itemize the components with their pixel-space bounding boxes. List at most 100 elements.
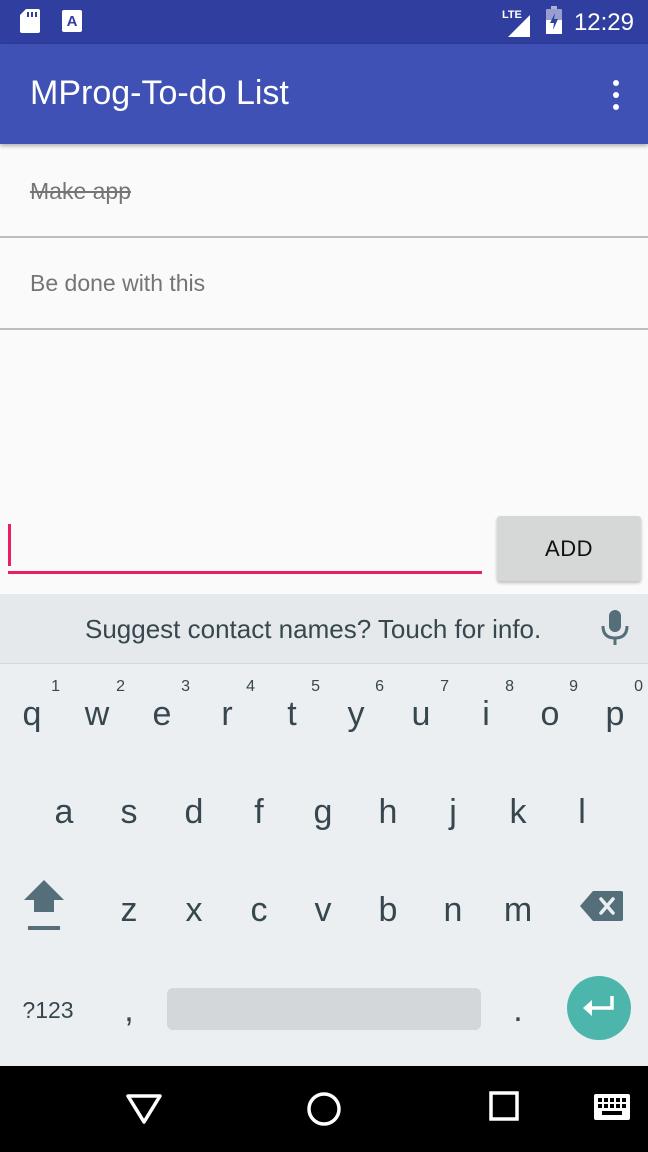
key-r[interactable]: 4r — [195, 666, 259, 762]
todo-item-text: Make app — [30, 177, 132, 204]
key-l[interactable]: l — [550, 764, 614, 860]
key-hint: 9 — [569, 678, 578, 695]
enter-icon — [582, 994, 616, 1023]
key-label: l — [578, 792, 586, 831]
key-b[interactable]: b — [356, 862, 420, 958]
suggestion-strip[interactable]: Suggest contact names? Touch for info. — [0, 594, 648, 664]
sd-card-icon — [20, 9, 40, 38]
key-label: w — [84, 694, 110, 733]
key-hint: 4 — [246, 678, 255, 695]
key-label: u — [411, 694, 431, 733]
shift-key[interactable] — [12, 862, 76, 958]
key-label: c — [250, 890, 268, 929]
key-label: n — [443, 890, 463, 929]
key-hint: 7 — [440, 678, 449, 695]
lte-signal-icon: LTE — [502, 9, 534, 37]
home-icon[interactable] — [305, 1090, 343, 1133]
key-z[interactable]: z — [97, 862, 161, 958]
key-j[interactable]: j — [421, 764, 485, 860]
key-s[interactable]: s — [97, 764, 161, 860]
space-key[interactable] — [167, 988, 481, 1030]
period-key[interactable]: . — [486, 962, 550, 1058]
clock: 12:29 — [573, 8, 634, 36]
key-label: i — [482, 694, 490, 733]
key-label: f — [254, 792, 264, 831]
key-label: o — [540, 694, 560, 733]
key-h[interactable]: h — [356, 764, 420, 860]
key-a[interactable]: a — [32, 764, 96, 860]
key-label: s — [120, 792, 138, 831]
keyboard-a-icon: A — [62, 10, 82, 37]
todo-item[interactable]: Make app — [0, 146, 648, 238]
recents-icon[interactable] — [488, 1090, 520, 1127]
key-label: y — [347, 694, 365, 733]
key-d[interactable]: d — [162, 764, 226, 860]
todo-list: Make app Be done with this — [0, 146, 648, 330]
key-label: . — [513, 990, 523, 1029]
key-m[interactable]: m — [486, 862, 550, 958]
key-label: e — [152, 694, 172, 733]
key-y[interactable]: 6y — [324, 666, 388, 762]
key-hint: 3 — [181, 678, 190, 695]
enter-key[interactable] — [567, 976, 631, 1040]
key-v[interactable]: v — [291, 862, 355, 958]
key-label: b — [378, 890, 398, 929]
key-hint: 6 — [375, 678, 384, 695]
status-bar: A LTE 12:29 — [0, 0, 648, 44]
key-o[interactable]: 9o — [518, 666, 582, 762]
key-q[interactable]: 1q — [0, 666, 64, 762]
key-x[interactable]: x — [162, 862, 226, 958]
system-nav-bar — [0, 1066, 648, 1152]
key-p[interactable]: 0p — [583, 666, 647, 762]
svg-text:A: A — [67, 13, 78, 30]
microphone-icon[interactable] — [600, 610, 630, 651]
todo-input[interactable] — [8, 520, 482, 571]
key-label: v — [314, 890, 332, 929]
key-label: , — [124, 990, 134, 1029]
comma-key[interactable]: , — [97, 962, 161, 1058]
soft-keyboard: Suggest contact names? Touch for info. 1… — [0, 594, 648, 1066]
key-c[interactable]: c — [227, 862, 291, 958]
more-vert-icon[interactable] — [610, 80, 622, 110]
key-n[interactable]: n — [421, 862, 485, 958]
key-hint: 1 — [51, 678, 60, 695]
shift-icon — [22, 878, 66, 943]
app-bar: MProg-To-do List — [0, 44, 648, 144]
text-cursor — [8, 524, 11, 566]
backspace-key[interactable] — [570, 862, 634, 958]
key-label: z — [120, 890, 138, 929]
key-f[interactable]: f — [227, 764, 291, 860]
back-icon[interactable] — [126, 1090, 162, 1131]
key-t[interactable]: 5t — [260, 666, 324, 762]
suggestion-text[interactable]: Suggest contact names? Touch for info. — [85, 614, 541, 645]
symbols-key[interactable]: ?123 — [12, 990, 84, 1030]
key-e[interactable]: 3e — [130, 666, 194, 762]
todo-item-text: Be done with this — [30, 269, 206, 296]
key-label: t — [287, 694, 297, 733]
key-label: j — [449, 792, 457, 831]
key-label: a — [54, 792, 74, 831]
key-hint: 8 — [505, 678, 514, 695]
key-k[interactable]: k — [486, 764, 550, 860]
key-u[interactable]: 7u — [389, 666, 453, 762]
key-label: d — [184, 792, 204, 831]
key-i[interactable]: 8i — [454, 666, 518, 762]
todo-input-field[interactable] — [8, 520, 482, 574]
key-hint: 2 — [116, 678, 125, 695]
keyboard-switch-icon[interactable] — [594, 1094, 630, 1127]
add-button[interactable]: ADD — [497, 516, 641, 581]
key-g[interactable]: g — [291, 764, 355, 860]
key-hint: 0 — [634, 678, 643, 695]
key-w[interactable]: 2w — [65, 666, 129, 762]
battery-icon — [545, 6, 562, 39]
key-label: x — [185, 890, 203, 929]
todo-item[interactable]: Be done with this — [0, 238, 648, 330]
app-title: MProg-To-do List — [30, 74, 289, 112]
key-label: h — [378, 792, 398, 831]
key-hint: 5 — [311, 678, 320, 695]
key-label: r — [221, 694, 233, 733]
key-label: m — [503, 890, 533, 929]
key-label: k — [509, 792, 527, 831]
key-label: p — [605, 694, 625, 733]
key-label: q — [22, 694, 42, 733]
